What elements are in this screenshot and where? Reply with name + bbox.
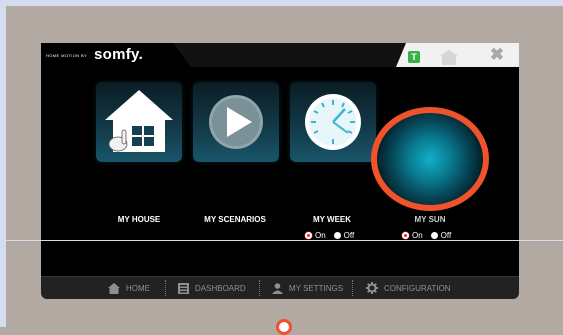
nav-my-settings-label: MY SETTINGS — [289, 283, 344, 293]
bottom-nav-bar: HOME DASHBOARD MY SETTINGS CONFIGURATION — [41, 276, 519, 299]
tile-label-my-scenarios: MY SCENARIOS — [204, 215, 266, 224]
nav-dashboard[interactable]: DASHBOARD — [178, 281, 246, 295]
sun-off-label: Off — [440, 231, 452, 240]
brand-tagline: HOME MOTION BY — [46, 53, 88, 58]
brand-logo: somfy. — [94, 46, 144, 63]
tile-label-my-house: MY HOUSE — [117, 215, 161, 224]
nav-divider — [259, 280, 261, 296]
dashboard-icon — [178, 282, 189, 294]
cursor-marker — [276, 319, 292, 335]
nav-home-label: HOME — [126, 283, 150, 293]
title-bar: HOME MOTION BY somfy. T ✖ — [41, 43, 519, 67]
window-frame-top — [0, 0, 563, 6]
sun-on-label: On — [412, 231, 423, 240]
tile-label-my-week: MY WEEK — [312, 215, 352, 224]
logo-tab: HOME MOTION BY somfy. — [41, 43, 191, 67]
tile-my-week[interactable] — [290, 82, 376, 162]
play-icon — [209, 95, 263, 149]
week-off-label: Off — [343, 231, 355, 240]
t-badge-icon[interactable]: T — [408, 51, 420, 63]
week-on-radio[interactable] — [305, 232, 312, 239]
tile-my-house[interactable] — [96, 82, 182, 162]
home-icon — [108, 282, 120, 294]
sun-on-radio[interactable] — [402, 232, 409, 239]
my-sun-toggle: On Off — [402, 231, 459, 240]
home-tab-icon[interactable] — [439, 49, 459, 65]
tile-label-my-sun: MY SUN — [414, 215, 446, 224]
sun-off-radio[interactable] — [430, 232, 438, 239]
nav-configuration-label: CONFIGURATION — [384, 283, 451, 293]
week-off-radio[interactable] — [333, 232, 341, 239]
gear-icon — [366, 282, 378, 294]
nav-my-settings[interactable]: MY SETTINGS — [272, 281, 343, 295]
user-icon — [272, 282, 283, 294]
my-week-toggle: On Off — [305, 231, 362, 240]
nav-home[interactable]: HOME — [108, 281, 150, 295]
clock-icon — [305, 94, 361, 150]
nav-configuration[interactable]: CONFIGURATION — [366, 281, 451, 295]
close-button[interactable]: ✖ — [486, 45, 508, 65]
tile-my-sun-highlighted[interactable] — [371, 107, 489, 211]
week-on-label: On — [315, 231, 326, 240]
nav-dashboard-label: DASHBOARD — [195, 283, 246, 293]
tile-my-scenarios[interactable] — [193, 82, 279, 162]
window-frame-left — [0, 0, 6, 327]
nav-divider — [165, 280, 167, 296]
house-hand-icon — [105, 90, 173, 152]
window-guide-line — [0, 240, 563, 241]
nav-divider — [352, 280, 354, 296]
